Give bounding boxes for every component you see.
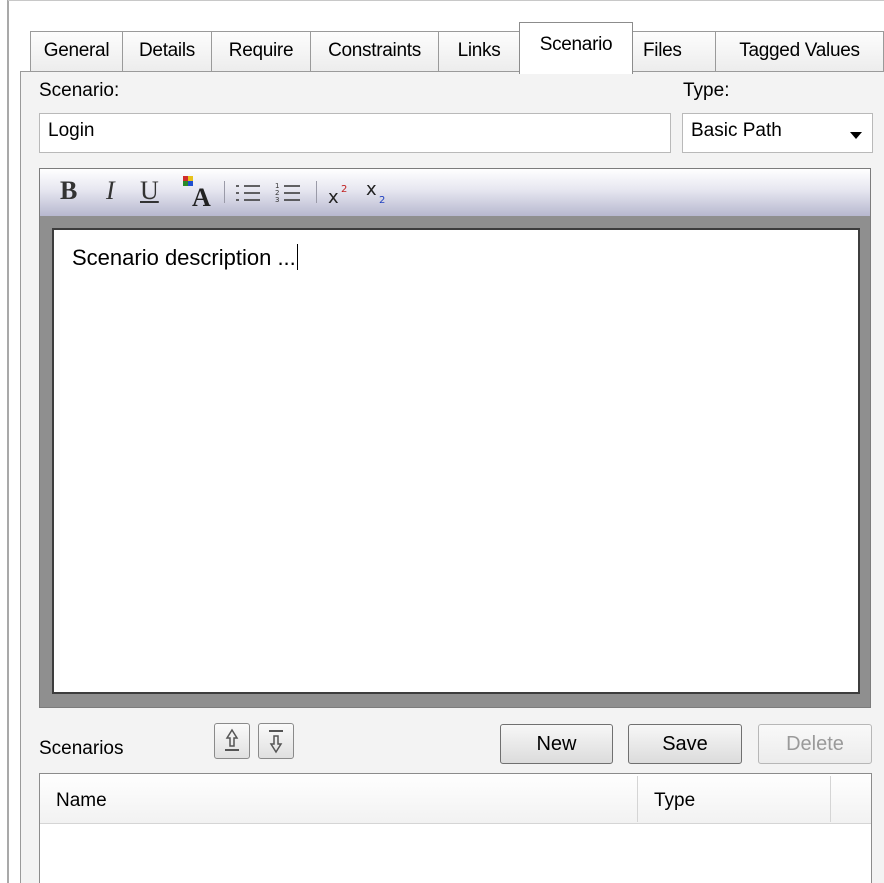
window-left-border — [7, 0, 9, 883]
bullet-list-icon[interactable] — [234, 169, 264, 216]
type-select[interactable]: Basic Path — [682, 113, 873, 153]
scenarios-list-header: Name Type — [40, 774, 871, 824]
svg-text:x: x — [328, 187, 339, 208]
svg-text:2: 2 — [341, 184, 347, 195]
subscript-icon[interactable]: x 2 — [364, 169, 394, 216]
svg-text:3: 3 — [275, 196, 279, 204]
tab-general[interactable]: General — [30, 31, 123, 72]
chevron-down-icon[interactable] — [850, 132, 862, 139]
tab-require[interactable]: Require — [211, 31, 311, 72]
type-label: Type: — [683, 80, 730, 101]
scenario-label: Scenario: — [39, 80, 120, 101]
type-select-value: Basic Path — [691, 120, 782, 141]
toolbar-separator — [316, 181, 317, 203]
tab-scenario[interactable]: Scenario — [519, 22, 633, 74]
superscript-icon[interactable]: x 2 — [326, 169, 356, 216]
scenario-description-editor[interactable]: Scenario description ... — [52, 228, 860, 694]
underline-button[interactable]: U — [140, 169, 159, 216]
window-top-border — [8, 0, 884, 1]
editor-text: Scenario description ... — [72, 245, 296, 270]
tab-links[interactable]: Links — [438, 31, 520, 72]
save-button[interactable]: Save — [628, 724, 742, 764]
numbered-list-icon[interactable]: 123 — [274, 169, 304, 216]
tab-details[interactable]: Details — [122, 31, 212, 72]
tab-baseline — [20, 71, 884, 72]
column-header-type[interactable]: Type — [638, 774, 830, 824]
move-up-icon[interactable] — [214, 723, 250, 759]
font-color-icon[interactable]: A — [180, 169, 214, 216]
text-caret — [296, 244, 298, 270]
tab-files[interactable]: Files — [632, 31, 716, 72]
tab-tagged-values[interactable]: Tagged Values — [715, 31, 884, 72]
bold-button[interactable]: B — [60, 169, 77, 216]
new-button[interactable]: New — [500, 724, 613, 764]
tab-constraints[interactable]: Constraints — [310, 31, 439, 72]
svg-text:A: A — [192, 183, 211, 212]
italic-button[interactable]: I — [106, 169, 115, 216]
scenarios-label: Scenarios — [39, 738, 124, 759]
svg-text:2: 2 — [379, 195, 385, 206]
delete-button[interactable]: Delete — [758, 724, 872, 764]
column-header-name[interactable]: Name — [40, 774, 637, 824]
svg-text:x: x — [366, 179, 377, 200]
formatting-toolbar: B I U A 123 x 2 x 2 — [40, 169, 870, 216]
move-down-icon[interactable] — [258, 723, 294, 759]
toolbar-separator — [224, 181, 225, 203]
column-separator[interactable] — [830, 776, 831, 822]
scenario-name-input[interactable]: Login — [39, 113, 671, 153]
